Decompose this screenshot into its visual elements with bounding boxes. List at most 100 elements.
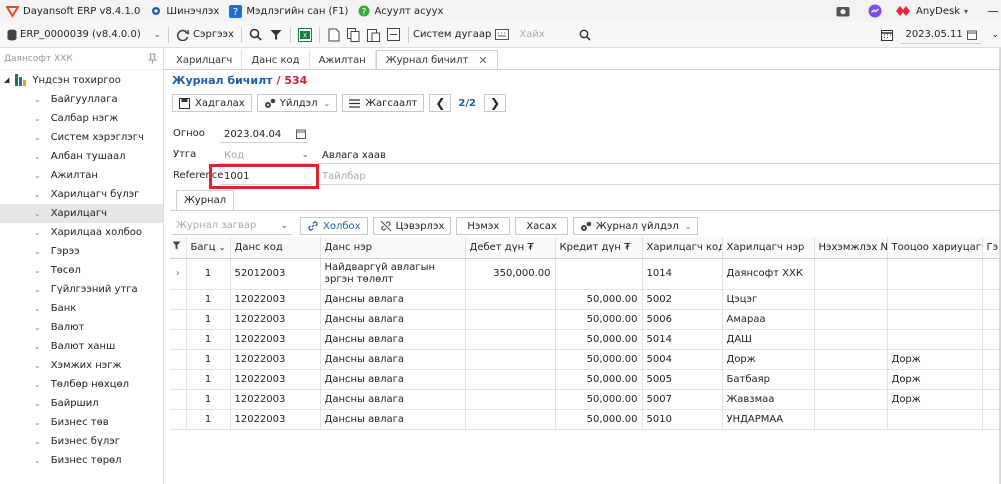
close-icon[interactable]: ✕ — [478, 54, 487, 67]
messenger-icon[interactable] — [868, 4, 882, 18]
cell-invoice-number[interactable] — [814, 369, 888, 390]
cell-debit[interactable] — [465, 289, 556, 310]
filter-icon[interactable] — [268, 27, 284, 43]
cell-credit[interactable]: 50,000.00 — [555, 309, 643, 330]
copy-document-icon[interactable] — [346, 27, 362, 43]
cell-partner-code[interactable]: 5004 — [642, 349, 723, 370]
anydesk-dropdown-icon[interactable]: ▾ — [964, 7, 968, 16]
cell-partner-name[interactable]: Батбаяр — [722, 369, 815, 390]
table-row[interactable]: › 1 52012003 Найдваргүй авлагын эргэн тө… — [170, 258, 1001, 290]
tab-journal-entry[interactable]: Журнал бичилт ✕ — [375, 50, 498, 70]
cell-credit[interactable]: 50,000.00 — [555, 289, 643, 310]
column-header-settlement-owner[interactable]: Тооцоо хариуцагч — [887, 237, 983, 259]
cell-account-name[interactable]: Дансны авлага — [320, 289, 466, 310]
paste-document-icon[interactable] — [366, 27, 382, 43]
search-icon[interactable] — [248, 27, 264, 43]
row-indicator[interactable] — [170, 289, 187, 310]
cell-batch[interactable]: 1 — [186, 369, 231, 390]
system-number-search-icon[interactable] — [577, 27, 593, 43]
sidebar-item-selected[interactable]: ⌄ Харилцагч — [0, 204, 163, 223]
cell-partner-name[interactable]: Амараа — [722, 309, 815, 330]
unlink-button[interactable]: Цэвэрлэх — [372, 217, 452, 235]
cell-account-name[interactable]: Дансны авлага — [320, 329, 466, 350]
description-input[interactable]: Тайлбар — [318, 168, 1001, 185]
tab-account-code[interactable]: Данс код — [242, 50, 310, 70]
cell-partner-code[interactable]: 5002 — [642, 289, 723, 310]
operation-dropdown-button[interactable]: Үйлдэл ⌄ — [256, 94, 338, 112]
cell-debit[interactable] — [465, 369, 556, 390]
cell-partner-name[interactable]: Жавзмаа — [722, 389, 815, 410]
cell-account-name[interactable]: Дансны авлага — [320, 409, 466, 430]
ask-question-button[interactable]: ? Асуулт асуух — [358, 5, 443, 17]
cell-batch[interactable]: 1 — [186, 258, 231, 290]
sidebar-root-basic-settings[interactable]: ◢ Үндсэн тохиргоо — [0, 70, 163, 90]
sidebar-item[interactable]: ⌄ Банк — [0, 299, 163, 318]
update-button[interactable]: Шинэчлэх — [150, 5, 219, 17]
cell-settlement-owner[interactable]: Дорж — [887, 369, 983, 390]
cell-partner-code[interactable]: 5005 — [642, 369, 723, 390]
journal-action-dropdown[interactable]: Журнал үйлдэл ⌄ — [572, 217, 699, 235]
cell-account-name[interactable]: Дансны авлага — [320, 309, 466, 330]
cell-invoice-number[interactable] — [814, 389, 888, 410]
save-button[interactable]: Хадгалах — [172, 94, 252, 112]
date-field[interactable]: 2023.04.04 — [220, 126, 308, 143]
list-button[interactable]: Жагсаалт — [342, 94, 425, 112]
sidebar-item[interactable]: ⌄ Харилцагч бүлэг — [0, 185, 163, 204]
refresh-button[interactable]: Сэргээх — [173, 25, 237, 45]
table-row[interactable]: 1 12022003 Дансны авлага 50,000.00 5007 … — [170, 389, 1001, 410]
cell-partner-name[interactable]: Даянсофт ХХК — [722, 258, 815, 290]
meaning-code-select[interactable]: Код ⌄ — [220, 147, 312, 164]
new-document-icon[interactable] — [326, 27, 342, 43]
cell-credit[interactable]: 50,000.00 — [555, 369, 643, 390]
cell-invoice-number[interactable] — [814, 409, 888, 430]
cell-batch[interactable]: 1 — [186, 409, 231, 430]
sidebar-item[interactable]: ⌄ Харилцаа холбоо — [0, 223, 163, 242]
cell-account-code[interactable]: 12022003 — [230, 409, 321, 430]
cell-account-code[interactable]: 12022003 — [230, 309, 321, 330]
cell-settlement-owner[interactable]: Дорж — [887, 349, 983, 370]
journal-template-select[interactable]: Журнал загвар ⌄ — [172, 217, 292, 235]
tab-partner[interactable]: Харилцагч — [167, 50, 243, 70]
cell-credit[interactable]: 50,000.00 — [555, 329, 643, 350]
cell-batch[interactable]: 1 — [186, 329, 231, 350]
column-header-account-name[interactable]: Данс нэр — [320, 237, 466, 259]
cell-settlement-owner[interactable] — [887, 309, 983, 330]
sidebar-item[interactable]: ⌄ Ажилтан — [0, 166, 163, 185]
cell-partner-name[interactable]: ДАШ — [722, 329, 815, 350]
cell-account-code[interactable]: 12022003 — [230, 369, 321, 390]
sidebar-item[interactable]: ⌄ Байгууллага — [0, 90, 163, 109]
cell-partner-code[interactable]: 5007 — [642, 389, 723, 410]
cell-invoice-number[interactable] — [814, 329, 888, 350]
cell-account-name[interactable]: Найдваргүй авлагын эргэн төлөлт — [320, 258, 466, 290]
cell-partner-name[interactable]: УНДАРМАА — [722, 409, 815, 430]
cell-debit[interactable] — [465, 349, 556, 370]
sidebar-item[interactable]: ⌄ Бизнес төрөл — [0, 451, 163, 470]
cell-account-code[interactable]: 12022003 — [230, 289, 321, 310]
cell-account-code[interactable]: 12022003 — [230, 349, 321, 370]
cell-credit[interactable]: 50,000.00 — [555, 389, 643, 410]
sidebar-item[interactable]: ⌄ Гүйлгээний утга — [0, 280, 163, 299]
system-number-search-input[interactable]: Хайх — [515, 26, 575, 43]
cell-batch[interactable]: 1 — [186, 389, 231, 410]
cell-account-name[interactable]: Дансны авлага — [320, 389, 466, 410]
cell-debit[interactable]: 350,000.00 — [465, 258, 556, 290]
cell-settlement-owner[interactable] — [887, 258, 983, 290]
camera-icon[interactable] — [836, 5, 850, 17]
date-picker-icon[interactable] — [296, 129, 306, 139]
cell-debit[interactable] — [465, 329, 556, 350]
filter-icon[interactable] — [170, 237, 187, 259]
row-indicator[interactable] — [170, 329, 187, 350]
table-row[interactable]: 1 12022003 Дансны авлага 50,000.00 5004 … — [170, 349, 1001, 370]
link-button[interactable]: Холбох — [300, 217, 368, 235]
column-header-batch[interactable]: Багц ⌄ — [186, 237, 231, 259]
sidebar-item[interactable]: ⌄ Систем хэрэглэгч — [0, 128, 163, 147]
date-picker-icon[interactable] — [967, 30, 978, 40]
column-header-debit[interactable]: Дебет дүн ₮ — [465, 237, 556, 259]
row-expand-icon[interactable]: › — [170, 258, 187, 290]
cell-settlement-owner[interactable]: Дорж — [887, 389, 983, 410]
next-record-button[interactable]: ❯ — [483, 94, 507, 112]
row-indicator[interactable] — [170, 389, 187, 410]
meaning-text-field[interactable]: Авлага хаав — [318, 147, 1001, 164]
cell-credit[interactable]: 50,000.00 — [555, 349, 643, 370]
remove-row-button[interactable]: Хасах — [515, 217, 568, 235]
